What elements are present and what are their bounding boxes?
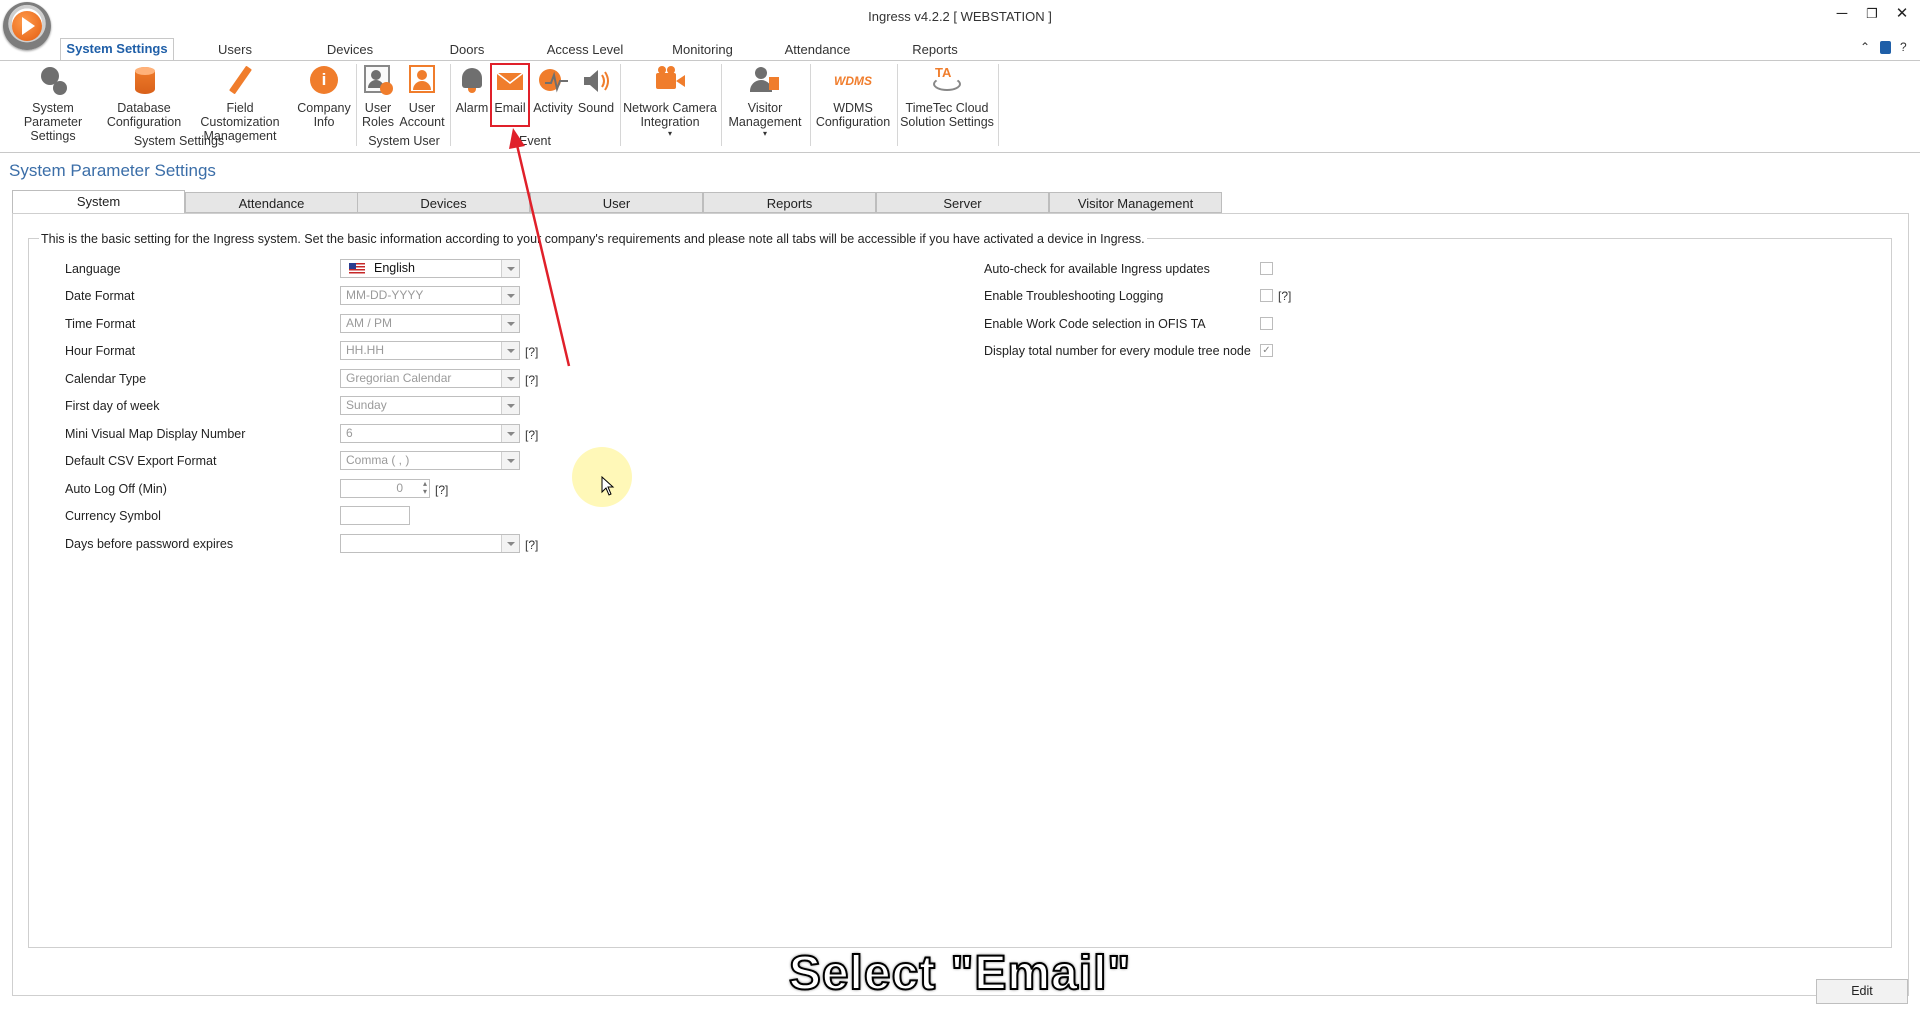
tutorial-caption: Select "Email" [788,946,1132,1001]
mouse-cursor-icon [601,476,615,496]
edit-button[interactable]: Edit [1816,979,1908,1004]
annotation-arrow [509,128,571,367]
